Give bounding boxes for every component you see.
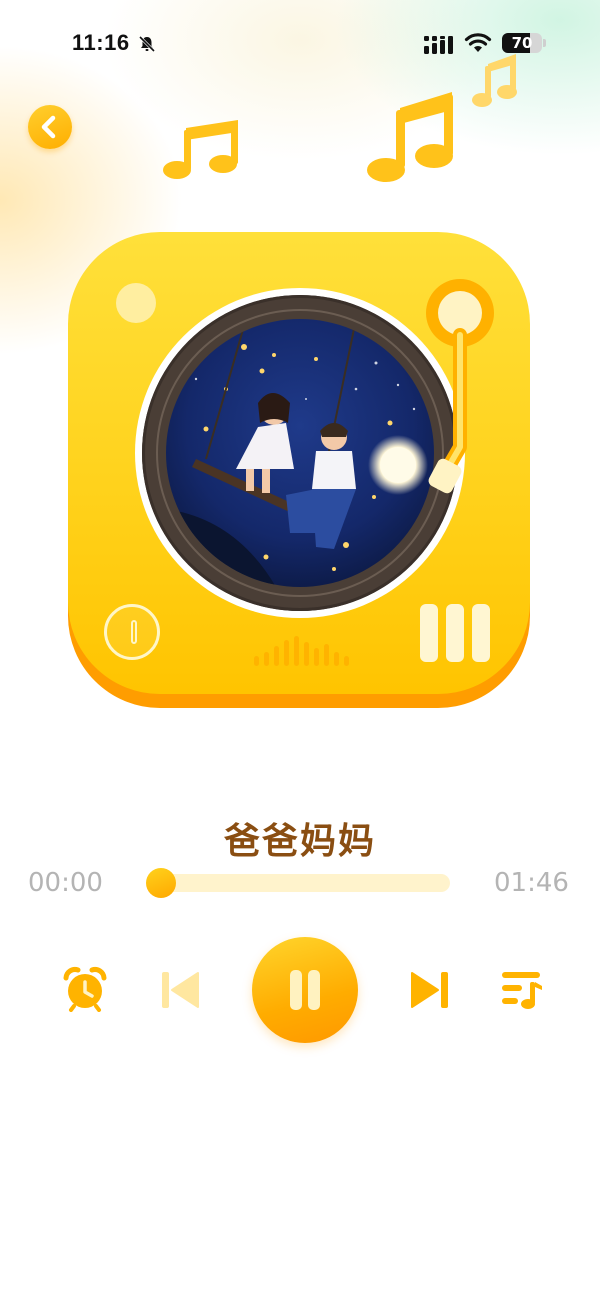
control-bar bbox=[446, 604, 464, 662]
previous-icon[interactable] bbox=[160, 970, 200, 1010]
wifi-icon bbox=[464, 33, 492, 52]
pause-button[interactable] bbox=[252, 937, 358, 1043]
battery-icon: 70 bbox=[502, 33, 542, 53]
next-icon[interactable] bbox=[410, 970, 450, 1010]
playlist-icon[interactable] bbox=[500, 968, 544, 1012]
progress-track[interactable] bbox=[152, 874, 450, 892]
battery-cap bbox=[543, 39, 546, 47]
status-time: 11:16 bbox=[72, 30, 130, 55]
music-note-icon bbox=[472, 54, 517, 107]
decor-dot bbox=[116, 283, 156, 323]
signal-icon bbox=[424, 36, 453, 54]
control-bar bbox=[420, 604, 438, 662]
back-button[interactable] bbox=[28, 105, 72, 149]
chevron-left-icon bbox=[41, 115, 56, 139]
music-note-icon bbox=[367, 92, 453, 182]
battery-level: 70 bbox=[511, 34, 533, 52]
tonearm-icon bbox=[426, 279, 494, 494]
equalizer-icon bbox=[254, 636, 349, 666]
control-bar bbox=[472, 604, 490, 662]
music-note-icon bbox=[163, 120, 238, 179]
bell-slash-icon bbox=[138, 35, 156, 53]
alarm-clock-icon[interactable] bbox=[62, 966, 108, 1012]
current-time: 00:00 bbox=[28, 868, 103, 898]
pause-icon bbox=[290, 970, 302, 1010]
pause-icon bbox=[308, 970, 320, 1010]
album-cover bbox=[166, 319, 434, 587]
total-time: 01:46 bbox=[494, 868, 569, 898]
power-icon bbox=[104, 604, 160, 660]
song-title: 爸爸妈妈 bbox=[223, 821, 376, 862]
progress-knob[interactable] bbox=[146, 868, 176, 898]
